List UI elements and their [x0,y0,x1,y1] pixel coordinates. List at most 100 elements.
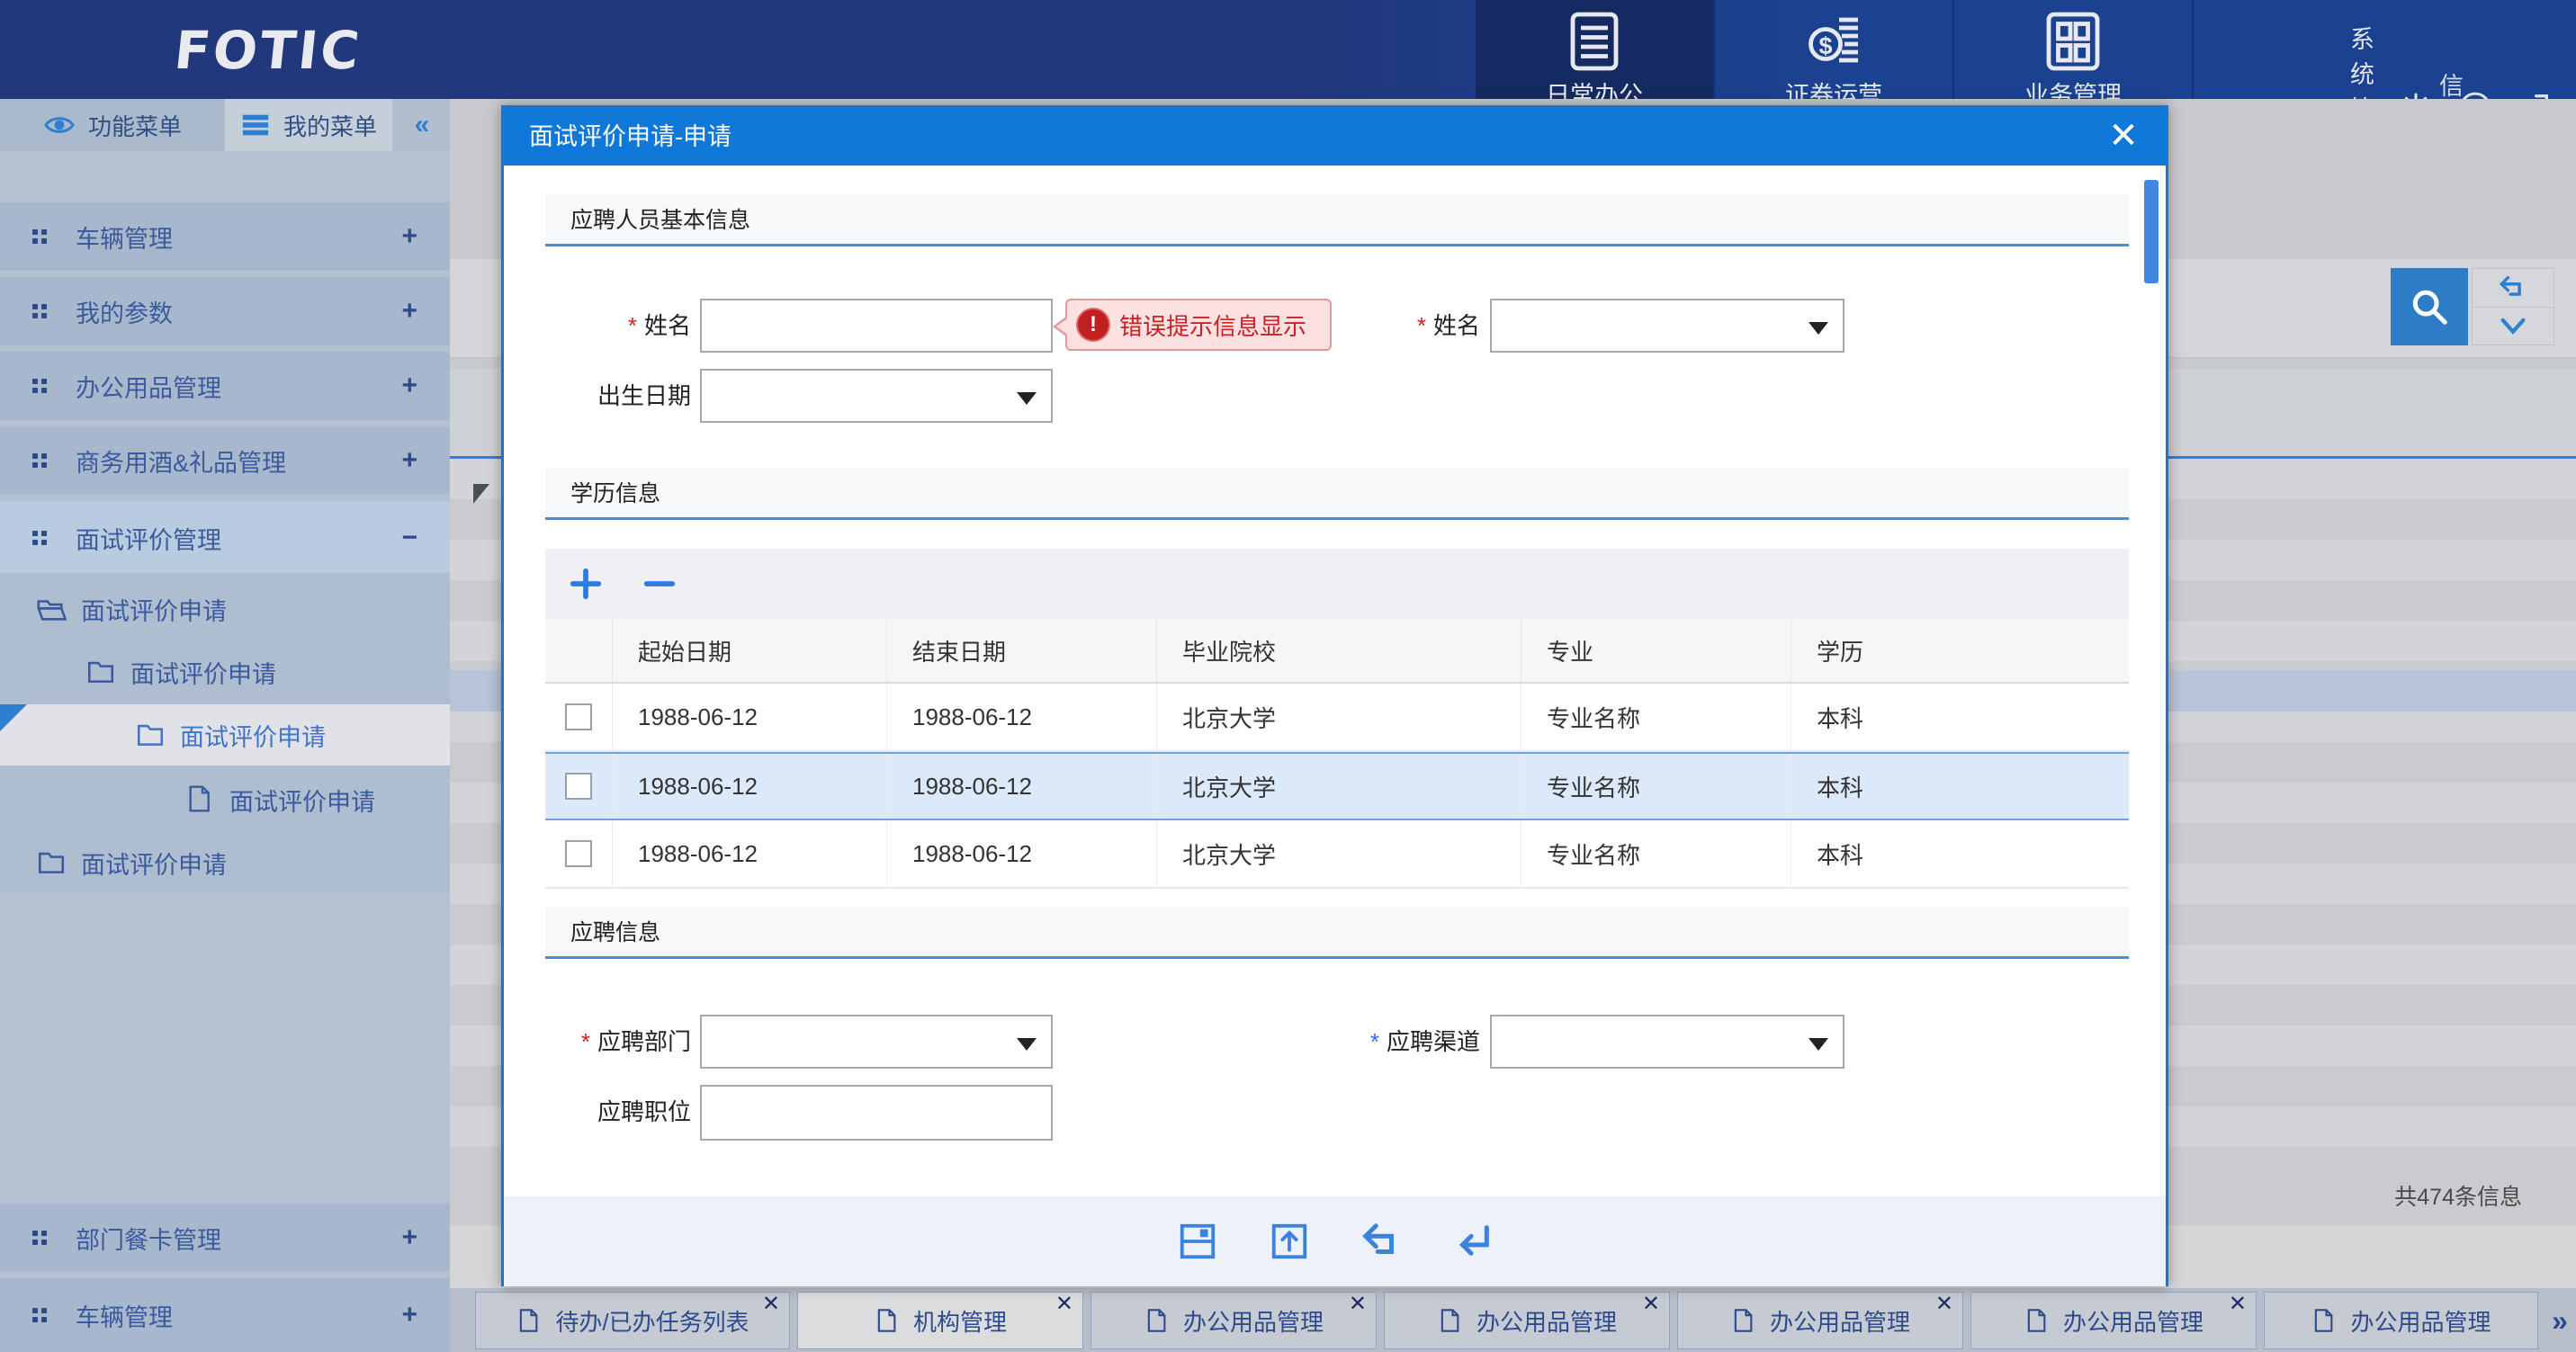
tab-office-supplies[interactable]: 办公用品管理 ✕ [1091,1292,1377,1349]
dialog-footer [504,1196,2166,1286]
nav-item-business-mgmt[interactable]: 业务管理 [1954,0,2194,99]
nav-item-daily-office[interactable]: 日常办公 [1476,0,1715,99]
error-icon: ! [1078,309,1108,340]
close-icon[interactable]: ✕ [1642,1293,1660,1316]
row-checkbox[interactable] [565,773,592,800]
expand-icon[interactable]: + [401,371,417,401]
tab-todo-task-list[interactable]: 待办/已办任务列表 ✕ [475,1292,790,1349]
table-row[interactable]: 1988-06-12 1988-06-12 北京大学 专业名称 本科 [545,820,2129,889]
nav-label: 业务管理 [1954,76,2192,99]
sidebar-item-interview-eval-mgmt[interactable]: 面试评价管理 − [0,501,450,575]
drag-handle-icon [32,453,47,468]
channel-field-label: *应聘渠道 [1296,1015,1480,1069]
save-icon[interactable] [1177,1221,1218,1262]
gear-icon[interactable] [2398,90,2434,100]
apply-channel-select[interactable] [1490,1015,1844,1069]
tab-org-mgmt[interactable]: 机构管理 ✕ [797,1292,1083,1349]
sidebar-collapse-button[interactable]: « [392,99,450,151]
tab-my-menu[interactable]: 我的菜单 [225,99,392,151]
position-field-label: 应聘职位 [504,1085,691,1139]
search-side-buttons [2472,268,2554,345]
tree-item-interview-apply-selected[interactable]: 面试评价申请 [0,704,450,766]
name2-select[interactable] [1490,299,1844,353]
sidebar-tree: 面试评价申请 面试评价申请 面试评价申请 [0,573,450,893]
nav-label: 证券运营 [1715,76,1952,99]
close-icon[interactable]: ✕ [2101,113,2146,158]
svg-text:$: $ [1818,32,1832,59]
row-checkbox[interactable] [565,703,592,730]
sidebar-item-dept-meal-card[interactable]: 部门餐卡管理 + [0,1204,450,1272]
tab-office-supplies[interactable]: 办公用品管理 [2264,1292,2538,1349]
section-basic-info: 应聘人员基本信息 [545,194,2129,246]
document-icon [874,1307,899,1334]
dialog-scrollbar[interactable] [2144,180,2159,283]
chevron-down-icon[interactable] [2473,307,2554,345]
tree-item-interview-apply[interactable]: 面试评价申请 [0,641,450,703]
tree-item-interview-apply[interactable]: 面试评价申请 [0,578,450,640]
close-icon[interactable]: ✕ [1935,1293,1953,1316]
error-tooltip: ! 错误提示信息显示 [1065,299,1332,351]
sidebar-item-business-wine-gifts[interactable]: 商务用酒&礼品管理 + [0,426,450,495]
expand-icon[interactable]: + [401,296,417,327]
enter-icon[interactable] [1452,1221,1494,1262]
name-input[interactable] [700,299,1053,353]
name2-field-label: *姓名 [1296,299,1480,353]
expand-icon[interactable]: + [401,445,417,476]
search-button[interactable] [2391,268,2468,345]
close-icon[interactable]: ✕ [1349,1293,1367,1316]
search-icon [2409,286,2450,327]
add-row-icon[interactable] [569,567,603,601]
selected-corner-marker [0,704,27,731]
coin-list-icon: $ [1801,9,1866,74]
row-checkbox[interactable] [565,840,592,867]
dropdown-caret-icon [1809,1038,1828,1051]
sidebar-item-my-params[interactable]: 我的参数 + [0,277,450,345]
tab-office-supplies[interactable]: 办公用品管理 ✕ [1970,1292,2257,1349]
apply-position-input[interactable] [700,1085,1053,1141]
column-header: 专业 [1521,619,1791,682]
tree-item-interview-apply[interactable]: 面试评价申请 [0,769,450,830]
apply-dept-select[interactable] [700,1015,1053,1069]
reset-button[interactable] [2473,269,2554,307]
sidebar-item-vehicle-mgmt[interactable]: 车辆管理 + [0,202,450,271]
expand-icon[interactable]: + [401,221,417,252]
education-table: 起始日期 结束日期 毕业院校 专业 学历 1988-06-12 1988-06-… [545,619,2129,889]
table-row-selected[interactable]: 1988-06-12 1988-06-12 北京大学 专业名称 本科 [545,752,2129,820]
tab-function-menu[interactable]: 功能菜单 [0,99,225,151]
name-field-label: *姓名 [504,299,691,353]
drag-handle-icon [32,531,47,545]
folder-icon [135,720,166,750]
current-user: 系统管理员 [2350,20,2374,99]
dialog-titlebar[interactable]: 面试评价申请-申请 ✕ [504,108,2166,166]
birth-field-label: 出生日期 [504,369,691,423]
required-mark: * [628,312,637,339]
user-unit: 信托财产 [2439,67,2464,99]
drag-handle-icon [32,379,47,393]
expand-icon[interactable]: + [401,1222,417,1253]
drag-handle-icon [32,1231,47,1245]
dept-field-label: *应聘部门 [504,1015,691,1069]
undo-icon[interactable] [1360,1221,1402,1262]
select-column-header [545,619,613,682]
drag-handle-icon [32,304,47,318]
column-header: 结束日期 [887,619,1157,682]
tab-office-supplies[interactable]: 办公用品管理 ✕ [1384,1292,1670,1349]
close-icon[interactable]: ✕ [1055,1293,1073,1316]
sidebar-item-office-supplies[interactable]: 办公用品管理 + [0,352,450,420]
remove-row-icon[interactable] [642,567,677,601]
tree-item-interview-apply[interactable]: 面试评价申请 [0,832,450,893]
close-icon[interactable]: ✕ [762,1293,780,1316]
tab-overflow-button[interactable]: » [2545,1292,2575,1349]
eye-icon [43,109,76,141]
close-icon[interactable]: ✕ [2229,1293,2247,1316]
nav-item-securities-ops[interactable]: $ 证券运营 [1715,0,1954,99]
birth-date-select[interactable] [700,369,1053,423]
sidebar-item-vehicle-mgmt-2[interactable]: 车辆管理 + [0,1278,450,1352]
tab-office-supplies[interactable]: 办公用品管理 ✕ [1677,1292,1963,1349]
upload-icon[interactable] [1269,1221,1310,1262]
expand-icon[interactable]: + [401,1300,417,1330]
table-row[interactable]: 1988-06-12 1988-06-12 北京大学 专业名称 本科 [545,684,2129,752]
column-header: 毕业院校 [1157,619,1521,682]
collapse-minus-icon[interactable]: − [401,523,417,553]
section-apply-info: 应聘信息 [545,907,2129,959]
